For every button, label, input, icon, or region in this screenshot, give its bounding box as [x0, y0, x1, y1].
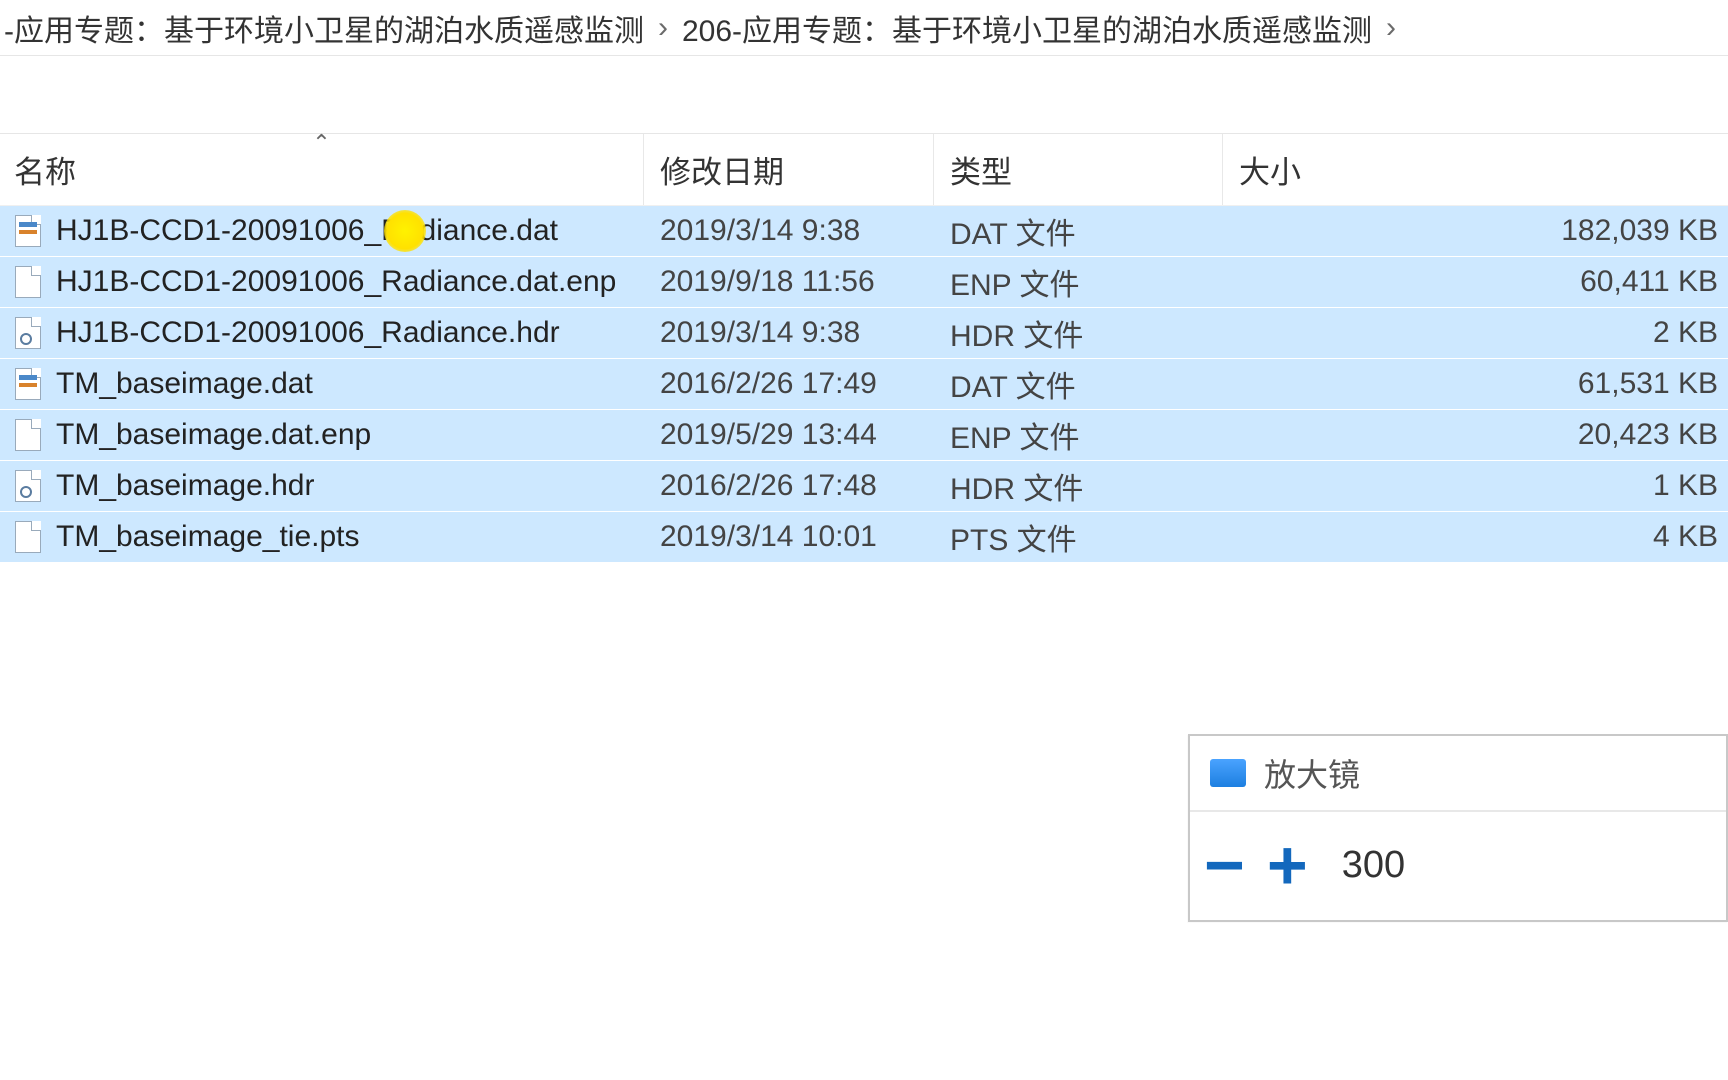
file-name-cell: HJ1B-CCD1-20091006_Radiance.dat	[0, 214, 644, 248]
magnifier-icon	[1210, 759, 1246, 787]
column-header-name[interactable]: ⌃ 名称	[0, 134, 644, 205]
file-name-cell: TM_baseimage.hdr	[0, 469, 644, 503]
magnifier-panel[interactable]: 放大镜 − + 300	[1188, 734, 1728, 922]
file-date: 2019/3/14 10:01	[644, 520, 934, 554]
file-size: 2 KB	[1223, 316, 1728, 350]
table-row[interactable]: TM_baseimage_tie.pts 2019/3/14 10:01PTS 文…	[0, 512, 1728, 563]
magnifier-title: 放大镜	[1264, 750, 1360, 796]
file-name: HJ1B-CCD1-20091006_Radiance.hdr	[56, 316, 560, 350]
file-name-cell: TM_baseimage.dat	[0, 367, 644, 401]
file-size: 182,039 KB	[1223, 214, 1728, 248]
file-date: 2016/2/26 17:48	[644, 469, 934, 503]
column-label: 修改日期	[660, 147, 784, 192]
file-date: 2019/9/18 11:56	[644, 265, 934, 299]
file-size: 61,531 KB	[1223, 367, 1728, 401]
file-icon	[14, 214, 42, 248]
file-icon	[14, 418, 42, 452]
file-date: 2016/2/26 17:49	[644, 367, 934, 401]
file-name-cell: HJ1B-CCD1-20091006_Radiance.hdr	[0, 316, 644, 350]
table-row[interactable]: HJ1B-CCD1-20091006_Radiance.dat 2019/3/14…	[0, 206, 1728, 257]
column-header-size[interactable]: 大小	[1223, 134, 1728, 205]
file-type: DAT 文件	[934, 209, 1223, 253]
sort-asc-icon: ⌃	[312, 130, 330, 156]
file-icon	[14, 469, 42, 503]
table-row[interactable]: TM_baseimage.dat.enp 2019/5/29 13:44ENP 文…	[0, 410, 1728, 461]
zoom-out-button[interactable]: −	[1204, 830, 1245, 900]
file-size: 60,411 KB	[1223, 265, 1728, 299]
breadcrumb[interactable]: -应用专题：基于环境小卫星的湖泊水质遥感监测 › 206-应用专题：基于环境小卫…	[0, 0, 1728, 56]
file-name: HJ1B-CCD1-20091006_Radiance.dat	[56, 214, 558, 248]
file-icon	[14, 367, 42, 401]
breadcrumb-item[interactable]: 206-应用专题：基于环境小卫星的湖泊水质遥感监测	[682, 6, 1372, 50]
file-type: HDR 文件	[934, 311, 1223, 355]
magnifier-header: 放大镜	[1190, 736, 1726, 812]
magnifier-controls: − + 300	[1190, 812, 1726, 920]
file-date: 2019/3/14 9:38	[644, 214, 934, 248]
breadcrumb-item[interactable]: -应用专题：基于环境小卫星的湖泊水质遥感监测	[4, 6, 644, 50]
column-header-type[interactable]: 类型	[934, 134, 1223, 205]
file-icon	[14, 520, 42, 554]
file-name-cell: TM_baseimage_tie.pts	[0, 520, 644, 554]
file-icon	[14, 265, 42, 299]
file-name: TM_baseimage_tie.pts	[56, 520, 360, 554]
column-label: 大小	[1239, 147, 1301, 192]
file-name-cell: TM_baseimage.dat.enp	[0, 418, 644, 452]
file-name: TM_baseimage.hdr	[56, 469, 314, 503]
file-date: 2019/5/29 13:44	[644, 418, 934, 452]
column-label: 类型	[950, 147, 1012, 192]
column-header-date[interactable]: 修改日期	[644, 134, 934, 205]
file-type: ENP 文件	[934, 260, 1223, 304]
column-label: 名称	[14, 147, 76, 192]
file-type: PTS 文件	[934, 515, 1223, 559]
table-row[interactable]: TM_baseimage.hdr 2016/2/26 17:48HDR 文件1 K…	[0, 461, 1728, 512]
file-name: TM_baseimage.dat.enp	[56, 418, 371, 452]
file-size: 1 KB	[1223, 469, 1728, 503]
zoom-in-button[interactable]: +	[1267, 830, 1308, 900]
file-date: 2019/3/14 9:38	[644, 316, 934, 350]
file-name: TM_baseimage.dat	[56, 367, 313, 401]
table-row[interactable]: HJ1B-CCD1-20091006_Radiance.dat.enp 2019/…	[0, 257, 1728, 308]
file-type: ENP 文件	[934, 413, 1223, 457]
file-name-cell: HJ1B-CCD1-20091006_Radiance.dat.enp	[0, 265, 644, 299]
chevron-right-icon: ›	[644, 11, 682, 45]
column-header-row: ⌃ 名称 修改日期 类型 大小	[0, 134, 1728, 206]
toolbar-area	[0, 56, 1728, 134]
file-type: DAT 文件	[934, 362, 1223, 406]
file-size: 4 KB	[1223, 520, 1728, 554]
chevron-right-icon: ›	[1372, 11, 1410, 45]
table-row[interactable]: TM_baseimage.dat 2016/2/26 17:49DAT 文件61,…	[0, 359, 1728, 410]
file-type: HDR 文件	[934, 464, 1223, 508]
file-icon	[14, 316, 42, 350]
file-list: HJ1B-CCD1-20091006_Radiance.dat 2019/3/14…	[0, 206, 1728, 563]
file-size: 20,423 KB	[1223, 418, 1728, 452]
file-name: HJ1B-CCD1-20091006_Radiance.dat.enp	[56, 265, 616, 299]
table-row[interactable]: HJ1B-CCD1-20091006_Radiance.hdr 2019/3/14…	[0, 308, 1728, 359]
zoom-value: 300	[1342, 844, 1405, 887]
